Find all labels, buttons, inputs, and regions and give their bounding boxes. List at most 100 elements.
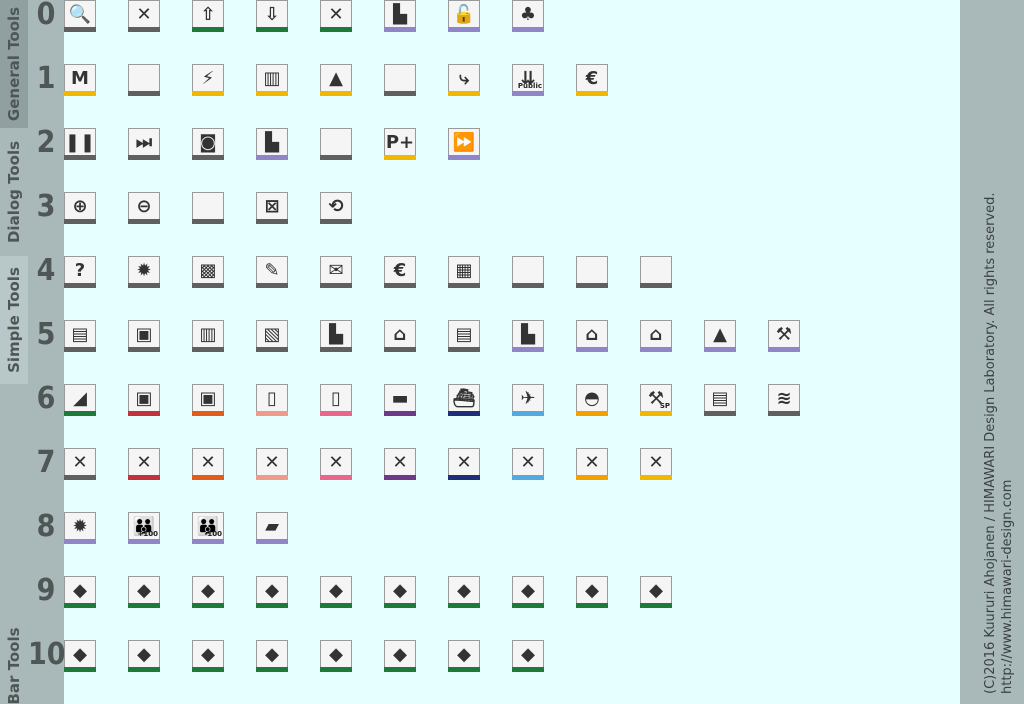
gear-icon[interactable]: ✹ [128,256,160,288]
help-icon[interactable]: ? [64,256,96,288]
mail-icon[interactable]: ✉ [320,256,352,288]
info-industry-icon[interactable]: ▙ [320,320,352,352]
zoom-out-icon[interactable]: ⊖ [128,192,160,224]
terrain-cube-icon[interactable]: ◆ [320,576,352,608]
metro-icon[interactable]: ▯ [320,384,352,416]
terrain-low-icon[interactable]: ◆ [192,576,224,608]
station-plus-icon[interactable]: ⌂ [576,320,608,352]
train-icon[interactable]: ▣ [128,384,160,416]
terrain-block-icon[interactable]: ◆ [128,576,160,608]
tram-icon[interactable]: ▯ [256,384,288,416]
tree-icon[interactable]: ▲ [320,64,352,96]
terrain-flat-icon[interactable]: ◆ [64,576,96,608]
layers-icon[interactable]: ≋ [768,384,800,416]
blank-icon[interactable] [384,64,416,96]
remove-road-icon[interactable]: ✕ [64,448,96,480]
info-train-icon[interactable]: ▣ [128,320,160,352]
helmet-icon[interactable]: ◓ [576,384,608,416]
map-icon[interactable]: ▩ [192,256,224,288]
terrain-slope-icon[interactable]: ◢ [64,384,96,416]
info-city-icon[interactable]: ▥ [192,320,224,352]
raise-terrain-icon[interactable]: ⇧ [192,0,224,32]
dark-green-tile-icon[interactable]: ◆ [320,640,352,672]
remove-metro-icon[interactable]: ✕ [320,448,352,480]
terrain-raised-icon[interactable]: ◆ [256,576,288,608]
factory-plus-icon[interactable]: ▙ [512,320,544,352]
tree-purple-icon[interactable]: ▲ [704,320,736,352]
terrain-slope-up-icon[interactable]: ◆ [448,576,480,608]
info-station-icon[interactable]: ⌂ [384,320,416,352]
info-sign-icon[interactable]: ▤ [448,320,480,352]
house-money-icon[interactable]: € [576,64,608,96]
remove-air-icon[interactable]: ✕ [512,448,544,480]
water-tile-icon[interactable]: ◆ [64,640,96,672]
remove-power-icon[interactable]: ✕ [640,448,672,480]
crane-icon[interactable]: ⚒ [768,320,800,352]
copyright-line: (C)2016 Kuururi Ahojanen / HIMAWARI Desi… [983,192,998,694]
remove-helmet-icon[interactable]: ✕ [576,448,608,480]
grass-tile-icon[interactable]: ◆ [256,640,288,672]
route-icon[interactable]: ⤷ [448,64,480,96]
lower-terrain-icon[interactable]: ⇩ [256,0,288,32]
close-icon[interactable]: ✕ [128,0,160,32]
blank-icon[interactable] [192,192,224,224]
construction-crane-icon[interactable]: ⚒ SP [640,384,672,416]
airplane-icon[interactable]: ✈ [512,384,544,416]
blank-icon[interactable] [512,256,544,288]
remove-terrain-icon[interactable]: ✕ [320,0,352,32]
blank-icon[interactable] [576,256,608,288]
bus-icon[interactable]: ▣ [192,384,224,416]
blank-icon[interactable] [640,256,672,288]
category-color-bar [192,667,224,672]
factory-add-icon[interactable]: ▙ [256,128,288,160]
truck-icon[interactable]: ▬ [384,384,416,416]
remove-truck-icon[interactable]: ✕ [384,448,416,480]
terrain-edge-icon[interactable]: ◆ [576,576,608,608]
road-icon[interactable]: ▰ [256,512,288,544]
population-decrease-icon[interactable]: 👪 -100 [192,512,224,544]
mud-tile-icon[interactable]: ◆ [448,640,480,672]
skip-forward-icon[interactable]: ⏭ [128,128,160,160]
chart-icon[interactable]: ▦ [448,256,480,288]
signpost-icon[interactable]: M [64,64,96,96]
power-station-icon[interactable]: ⚡ [192,64,224,96]
terrain-cliff-icon[interactable]: ◆ [512,576,544,608]
city-add-icon[interactable]: ▥ [256,64,288,96]
terrain-hill-icon[interactable]: ◆ [640,576,672,608]
info-stack-icon[interactable]: ▧ [256,320,288,352]
rotate-view-icon[interactable]: ⟲ [320,192,352,224]
dirt-tile-icon[interactable]: ◆ [384,640,416,672]
light-grass-tile-icon[interactable]: ◆ [192,640,224,672]
house-plus-icon[interactable]: ⌂ [640,320,672,352]
zoom-in-icon[interactable]: ⊕ [64,192,96,224]
forest-icon[interactable]: ♣ [512,0,544,32]
grid-icon[interactable]: ⊠ [256,192,288,224]
rock-tile-icon[interactable]: ◆ [512,640,544,672]
park-and-ride-icon[interactable]: P+ [384,128,416,160]
remove-ship-icon[interactable]: ✕ [448,448,480,480]
unlock-icon[interactable]: 🔓 [448,0,480,32]
factory-link-icon[interactable]: ▙ [384,0,416,32]
sand-tile-icon[interactable]: ◆ [128,640,160,672]
edit-sign-icon[interactable]: ✎ [256,256,288,288]
blank-icon[interactable] [128,64,160,96]
finance-icon[interactable]: € [384,256,416,288]
remove-rail-icon[interactable]: ✕ [128,448,160,480]
ship-icon[interactable]: ⛴ [448,384,480,416]
category-color-bar [128,283,160,288]
fast-forward-icon[interactable]: ⏩ [448,128,480,160]
blank-icon[interactable] [320,128,352,160]
terrain-corner-icon[interactable]: ◆ [384,576,416,608]
public-transit-icon[interactable]: ⇊ Public [512,64,544,96]
settings-purple-icon[interactable]: ✹ [64,512,96,544]
document-icon[interactable]: ▤ [704,384,736,416]
blank-icon-glyph [577,258,607,283]
camera-icon[interactable]: ◙ [192,128,224,160]
population-increase-icon[interactable]: 👪 +100 [128,512,160,544]
remove-bus-icon[interactable]: ✕ [192,448,224,480]
category-color-bar [128,219,160,224]
info-factory-icon[interactable]: ▤ [64,320,96,352]
pause-icon[interactable]: ❚❚ [64,128,96,160]
search-icon[interactable]: 🔍 [64,0,96,32]
remove-tram-icon[interactable]: ✕ [256,448,288,480]
